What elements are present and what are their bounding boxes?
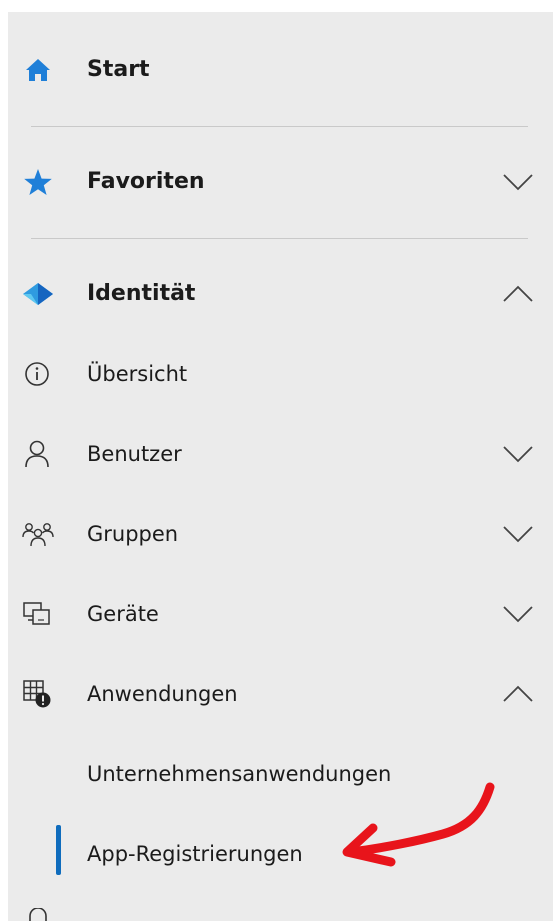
group-icon [22, 523, 54, 547]
star-icon [24, 169, 52, 195]
nav-item-uebersicht[interactable]: Übersicht [8, 348, 553, 400]
devices-icon [23, 602, 50, 625]
sidebar-nav: Start Favoriten Identität Übersicht Benu… [8, 12, 553, 921]
nav-label-app-registrierungen: App-Registrierungen [87, 842, 303, 866]
divider [31, 238, 528, 239]
partial-next-icon [29, 908, 47, 921]
home-icon [26, 59, 50, 81]
nav-label-favoriten: Favoriten [87, 169, 205, 194]
nav-label-benutzer: Benutzer [87, 442, 182, 466]
nav-item-identitaet[interactable]: Identität [8, 268, 553, 320]
applications-icon [23, 680, 51, 708]
identity-diamond-icon [23, 283, 53, 305]
chevron-up-icon[interactable] [503, 685, 533, 703]
chevron-up-icon[interactable] [503, 285, 533, 303]
nav-label-gruppen: Gruppen [87, 522, 179, 546]
info-icon [25, 362, 49, 386]
nav-item-anwendungen[interactable]: Anwendungen [8, 668, 553, 720]
nav-item-favoriten[interactable]: Favoriten [8, 156, 553, 208]
nav-label-identitaet: Identität [87, 281, 196, 306]
nav-label-start: Start [87, 57, 150, 82]
nav-item-benutzer[interactable]: Benutzer [8, 428, 553, 480]
nav-label-geraete: Geräte [87, 602, 159, 626]
nav-item-start[interactable]: Start [8, 44, 553, 96]
nav-label-anwendungen: Anwendungen [87, 682, 238, 706]
person-icon [25, 440, 49, 468]
chevron-down-icon[interactable] [503, 445, 533, 463]
divider [31, 126, 528, 127]
chevron-down-icon[interactable] [503, 173, 533, 191]
chevron-down-icon[interactable] [503, 525, 533, 543]
annotation-arrow-icon [342, 782, 495, 867]
nav-item-gruppen[interactable]: Gruppen [8, 508, 553, 560]
nav-item-geraete[interactable]: Geräte [8, 588, 553, 640]
nav-label-uebersicht: Übersicht [87, 362, 188, 386]
chevron-down-icon[interactable] [503, 605, 533, 623]
